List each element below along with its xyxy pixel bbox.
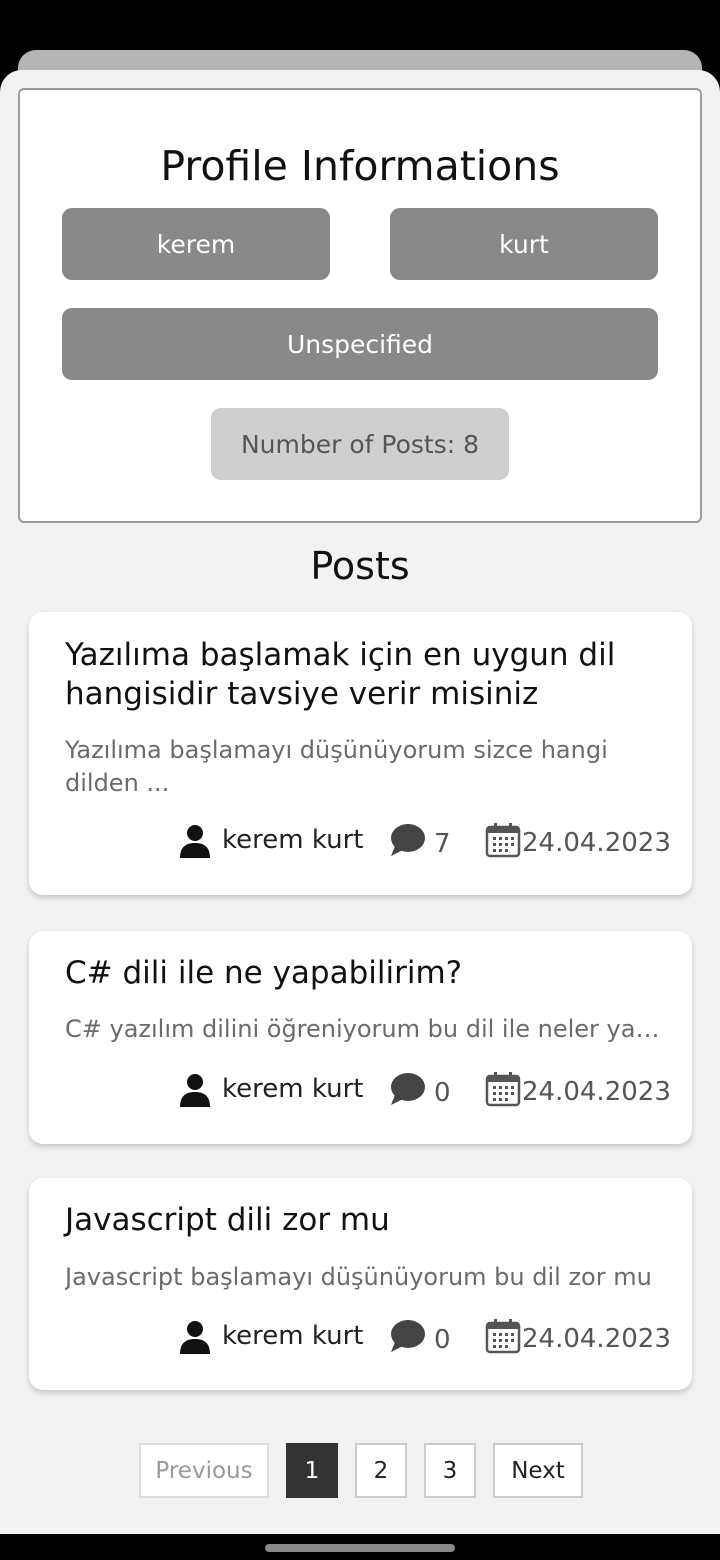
post-card[interactable]: C# dili ile ne yapabilirim? C# yazılım d… — [29, 931, 692, 1144]
post-excerpt: C# yazılım dilini öğreniyorum bu dil ile… — [65, 1015, 665, 1043]
comment-icon — [391, 1073, 425, 1105]
page-button-1[interactable]: 1 — [286, 1443, 338, 1498]
post-card[interactable]: Javascript dili zor mu Javascript başlam… — [29, 1178, 692, 1390]
post-author[interactable]: kerem kurt — [222, 822, 363, 858]
user-icon — [180, 1074, 210, 1107]
previous-page-button[interactable]: Previous — [139, 1443, 269, 1498]
post-excerpt: Yazılıma başlamayı düşünüyorum sizce han… — [65, 736, 608, 797]
profile-card: Profile Informations kerem kurt Unspecif… — [18, 88, 702, 523]
calendar-icon — [485, 1072, 521, 1107]
post-meta: kerem kurt 0 24.04.2023 — [29, 1318, 692, 1358]
calendar-icon — [485, 823, 521, 858]
pagination: Previous 1 2 3 Next — [0, 1443, 720, 1499]
comment-icon — [391, 824, 425, 856]
post-author[interactable]: kerem kurt — [222, 1318, 363, 1354]
gender-field: Unspecified — [62, 308, 658, 380]
post-title[interactable]: Yazılıma başlamak için en uygun dil hang… — [65, 636, 645, 714]
post-meta: kerem kurt 7 24.04.2023 — [29, 822, 692, 862]
post-meta: kerem kurt 0 24.04.2023 — [29, 1071, 692, 1111]
posts-count-badge: Number of Posts: 8 — [211, 408, 509, 480]
post-comment-count: 7 — [434, 829, 451, 859]
page-button-2[interactable]: 2 — [355, 1443, 407, 1498]
post-comment-count: 0 — [434, 1078, 451, 1108]
posts-heading: Posts — [310, 544, 410, 588]
profile-title: Profile Informations — [160, 142, 560, 190]
last-name-field: kurt — [390, 208, 658, 280]
post-date: 24.04.2023 — [522, 828, 671, 858]
comment-icon — [391, 1320, 425, 1352]
user-icon — [180, 1321, 210, 1354]
calendar-icon — [485, 1319, 521, 1354]
status-bar — [0, 0, 720, 52]
user-icon — [180, 825, 210, 858]
post-card[interactable]: Yazılıma başlamak için en uygun dil hang… — [29, 612, 692, 895]
next-page-button[interactable]: Next — [493, 1443, 583, 1498]
home-gesture-handle[interactable] — [265, 1544, 455, 1552]
post-comment-count: 0 — [434, 1325, 451, 1355]
post-date: 24.04.2023 — [522, 1324, 671, 1354]
post-title[interactable]: C# dili ile ne yapabilirim? — [65, 954, 645, 993]
first-name-field: kerem — [62, 208, 330, 280]
post-date: 24.04.2023 — [522, 1077, 671, 1107]
page-button-3[interactable]: 3 — [424, 1443, 476, 1498]
post-title[interactable]: Javascript dili zor mu — [65, 1201, 645, 1240]
post-excerpt: Javascript başlamayı düşünüyorum bu dil … — [65, 1263, 652, 1291]
post-author[interactable]: kerem kurt — [222, 1071, 363, 1107]
